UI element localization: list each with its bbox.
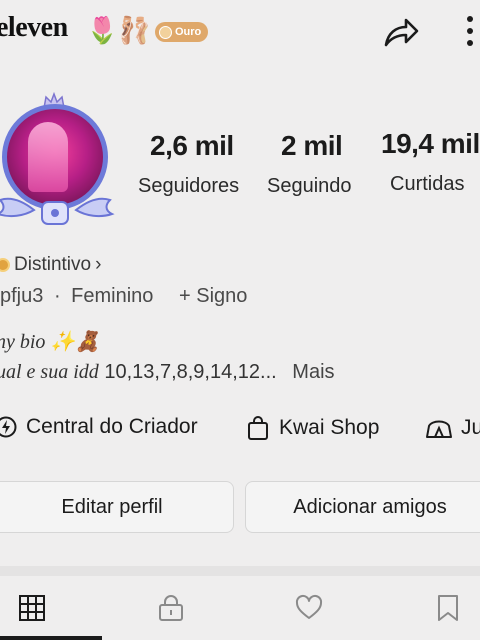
avatar-frame-wings-icon bbox=[0, 197, 115, 225]
likes-label[interactable]: Curtidas bbox=[390, 173, 464, 196]
creator-center-icon bbox=[0, 416, 17, 438]
gender-label: Feminino bbox=[71, 285, 154, 307]
share-icon[interactable] bbox=[380, 14, 420, 50]
avatar[interactable] bbox=[0, 92, 120, 232]
add-sign-button[interactable]: + Signo bbox=[179, 285, 247, 307]
badge-coin-icon bbox=[159, 25, 172, 39]
username: eleven bbox=[0, 12, 68, 43]
section-divider bbox=[0, 566, 480, 576]
meta-separator: · bbox=[53, 285, 61, 307]
user-id: pfju3 bbox=[0, 285, 44, 307]
distintivo-link[interactable]: Distintivo › bbox=[0, 254, 101, 276]
add-friends-button[interactable]: Adicionar amigos bbox=[245, 481, 480, 533]
bookmark-icon[interactable] bbox=[434, 594, 462, 622]
avatar-photo-figure bbox=[28, 122, 68, 192]
following-label[interactable]: Seguindo bbox=[267, 175, 352, 198]
lock-icon[interactable] bbox=[157, 594, 185, 622]
followers-count[interactable]: 2,6 mil bbox=[150, 130, 234, 162]
more-options-icon[interactable] bbox=[460, 14, 480, 50]
bio-more-button[interactable]: Mais bbox=[292, 361, 334, 383]
bio-line-2: ual e sua idd 10,13,7,8,9,14,12... Mais bbox=[0, 361, 335, 384]
bio-line-1: ny bio ✨🧸 bbox=[0, 331, 101, 353]
distintivo-label: Distintivo bbox=[14, 254, 92, 275]
profile-meta: pfju3 · Feminino + Signo bbox=[0, 285, 247, 308]
kwai-shop-label: Kwai Shop bbox=[279, 416, 380, 439]
creator-center-link[interactable]: Central do Criador bbox=[0, 415, 198, 439]
bio-line-2-numbers: 10,13,7,8,9,14,12... bbox=[104, 361, 277, 383]
distintivo-coin-icon bbox=[0, 258, 10, 272]
ballet-shoes-emoji: 🩰 bbox=[118, 15, 151, 45]
level-badge-label: Ouro bbox=[175, 26, 202, 38]
content-tabs bbox=[0, 576, 480, 640]
following-count[interactable]: 2 mil bbox=[281, 130, 343, 162]
third-link-label: Ju bbox=[461, 416, 480, 439]
bio-line-2-text: ual e sua idd bbox=[0, 361, 99, 383]
edit-profile-button[interactable]: Editar perfil bbox=[0, 481, 234, 533]
followers-label[interactable]: Seguidores bbox=[138, 175, 239, 198]
creator-center-label: Central do Criador bbox=[26, 415, 198, 438]
likes-count[interactable]: 19,4 mil bbox=[381, 128, 480, 160]
active-tab-indicator bbox=[0, 636, 102, 640]
tulip-emoji: 🌷 bbox=[86, 15, 119, 45]
heart-icon[interactable] bbox=[295, 594, 323, 622]
third-link[interactable]: Ju bbox=[425, 415, 480, 441]
kwai-shop-link[interactable]: Kwai Shop bbox=[245, 415, 379, 441]
shopping-bag-icon bbox=[248, 416, 268, 440]
grid-icon[interactable] bbox=[18, 594, 46, 622]
level-badge[interactable]: Ouro bbox=[155, 22, 209, 42]
chevron-right-icon: › bbox=[95, 254, 102, 275]
tent-icon bbox=[426, 420, 452, 438]
